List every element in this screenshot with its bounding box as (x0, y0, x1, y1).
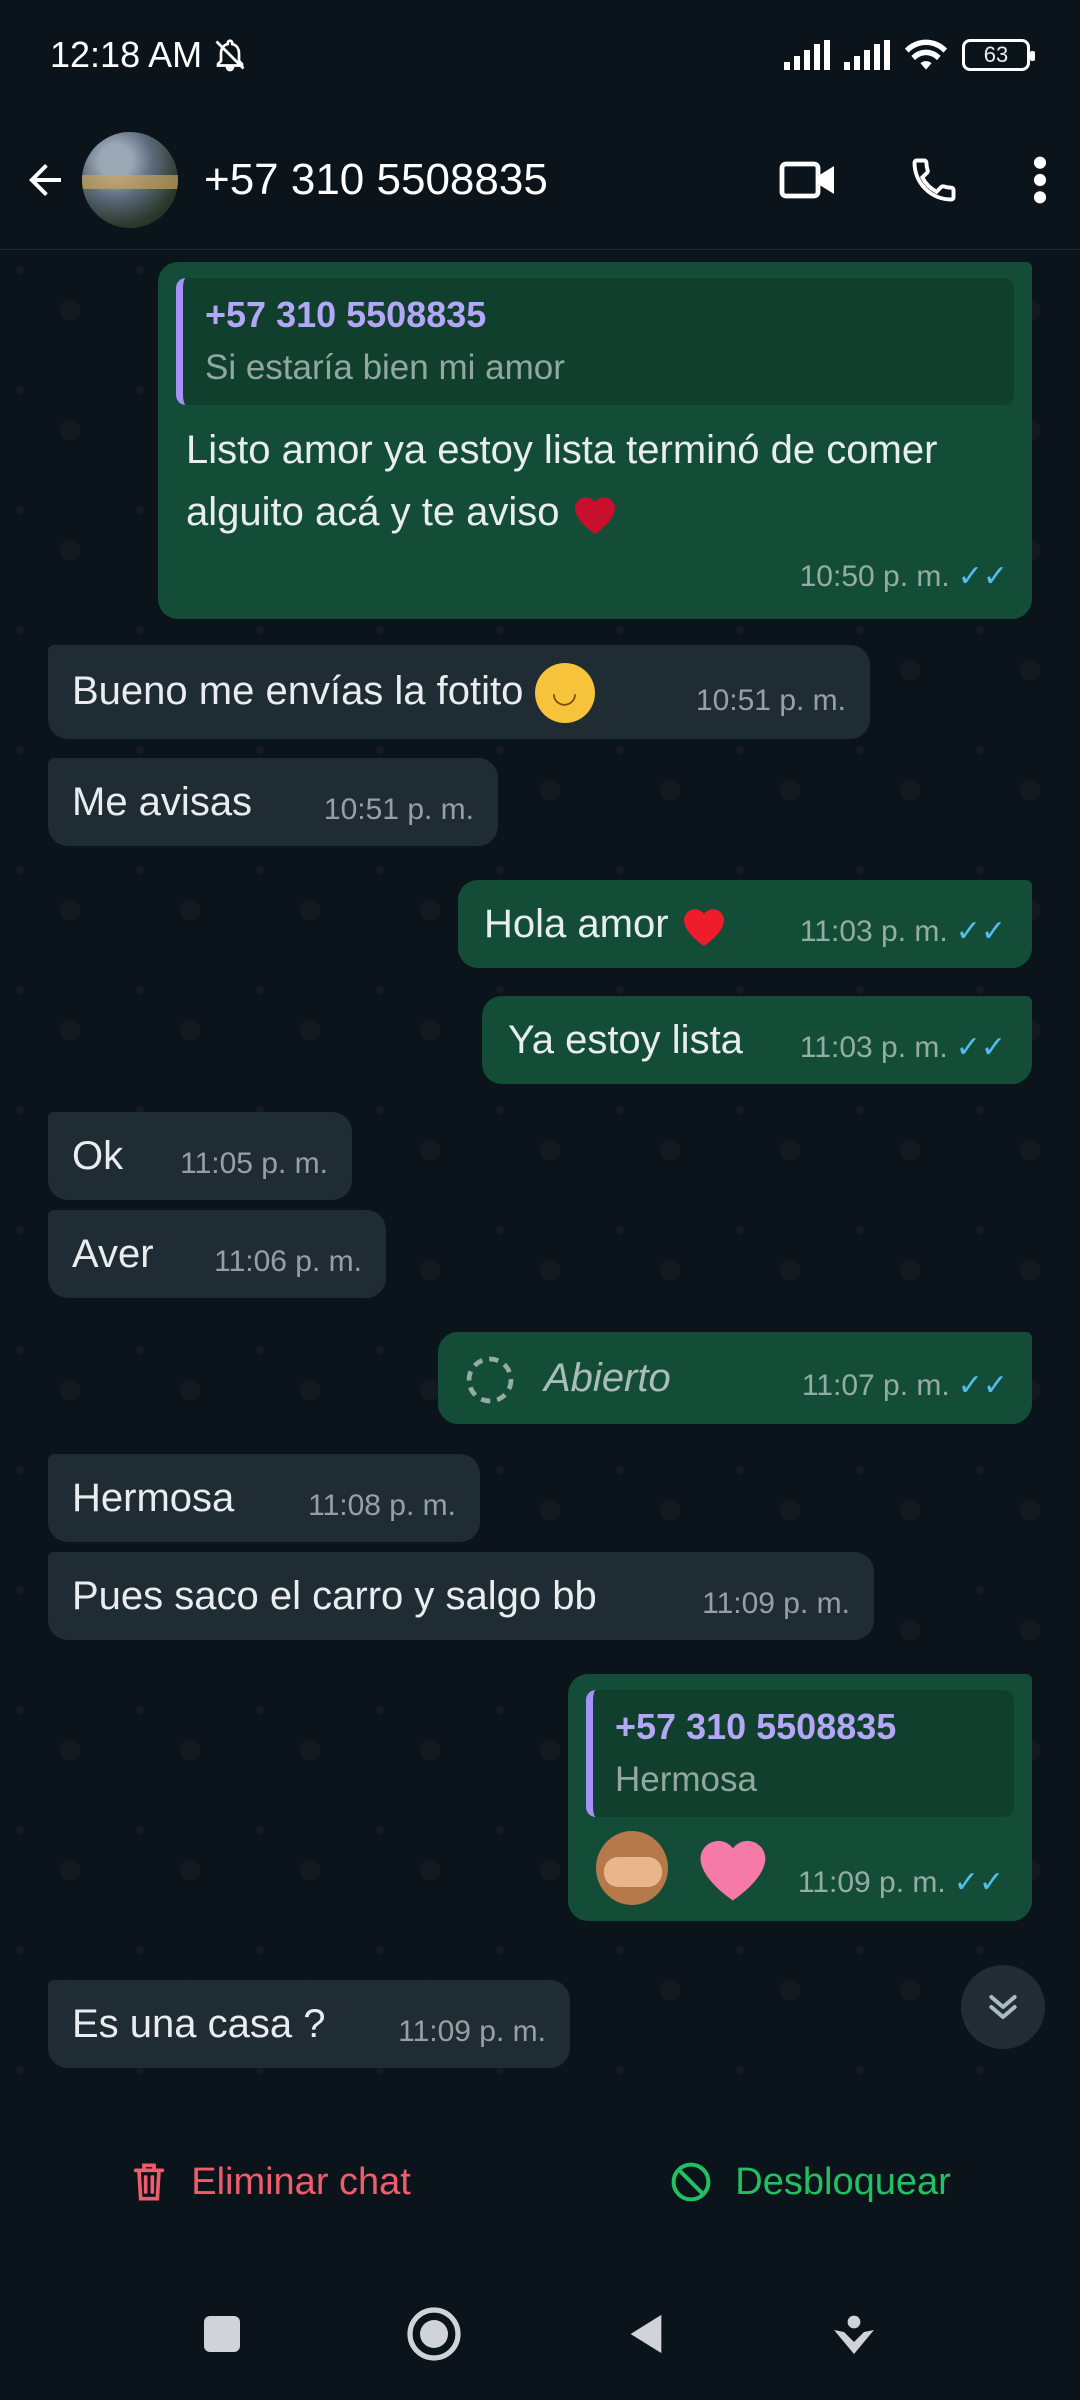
message-out[interactable]: +57 310 5508835 Si estaría bien mi amor … (158, 262, 1032, 619)
back-nav-button[interactable] (626, 2311, 666, 2362)
arrow-left-icon (29, 163, 61, 196)
square-icon (204, 2315, 240, 2352)
message-text: Abierto (544, 1356, 671, 1400)
heart-emoji-icon (574, 497, 615, 534)
message-time: 10:50 p. m. ✓✓ (800, 554, 1008, 599)
message-text: Listo amor ya estoy lista terminó de com… (186, 427, 938, 534)
battery-level: 63 (983, 42, 1009, 67)
message-text: Bueno me envías la fotito ◡ (72, 661, 595, 724)
quote-author: +57 310 5508835 (615, 1706, 897, 1747)
block-icon (671, 2162, 711, 2202)
message-time: 11:09 p. m. (398, 2015, 546, 2048)
message-text: Aver (72, 1232, 154, 1276)
quote-text: Si estaría bien mi amor (205, 348, 565, 387)
message-in[interactable]: Aver 11:06 p. m. (48, 1210, 386, 1298)
message-text: Ya estoy lista (508, 1018, 743, 1062)
message-time: 11:05 p. m. (180, 1147, 328, 1180)
voice-call-button[interactable] (908, 154, 960, 206)
see-no-evil-monkey-emoji-icon (596, 1830, 668, 1905)
bell-off-icon (215, 39, 245, 72)
quote-author: +57 310 5508835 (205, 294, 487, 335)
message-time: 11:09 p. m. ✓✓ (798, 1860, 1004, 1905)
view-once-opened-icon (466, 1356, 514, 1404)
message-out[interactable]: Ya estoy lista 11:03 p. m. ✓✓ (482, 996, 1032, 1084)
unblock-label: Desbloquear (735, 2160, 951, 2203)
double-chevron-down-icon (989, 1995, 1017, 2019)
assistant-button[interactable] (830, 2310, 878, 2363)
red-heart-emoji-icon (683, 909, 724, 947)
message-time: 11:08 p. m. (308, 1489, 456, 1522)
message-out-view-once[interactable]: Abierto 11:07 p. m. ✓✓ (438, 1332, 1032, 1424)
read-ticks-icon: ✓✓ (953, 1865, 1004, 1899)
home-button[interactable] (406, 2306, 462, 2367)
signal-icon (784, 40, 830, 70)
message-text: Me avisas (72, 780, 253, 824)
system-navigation-bar (0, 2272, 1080, 2400)
blocked-contact-actions: Eliminar chat Desbloquear (0, 2092, 1080, 2272)
triangle-back-icon (630, 2314, 662, 2353)
more-vertical-icon (1033, 156, 1047, 203)
phone-icon (912, 158, 956, 201)
more-options-button[interactable] (1030, 154, 1050, 206)
quoted-message[interactable]: +57 310 5508835 Si estaría bien mi amor (176, 278, 1014, 405)
status-bar: 12:18 AM 63 (0, 0, 1080, 110)
message-in[interactable]: Ok 11:05 p. m. (48, 1112, 352, 1200)
wifi-icon (904, 39, 948, 70)
recents-button[interactable] (202, 2314, 242, 2359)
scroll-to-bottom-button[interactable] (961, 1965, 1045, 2049)
message-out[interactable]: +57 310 5508835 Hermosa 11:09 p. m. ✓✓ (568, 1674, 1032, 1921)
unblock-button[interactable]: Desbloquear (669, 2160, 951, 2204)
signal-icon-2 (844, 40, 890, 70)
message-in[interactable]: Me avisas 10:51 p. m. (48, 758, 498, 846)
smiling-face-emoji-icon: ◡ (534, 663, 595, 724)
assistant-icon (834, 2315, 874, 2354)
read-ticks-icon: ✓✓ (955, 915, 1006, 948)
battery-indicator: 63 (962, 39, 1035, 71)
message-text: Ok (72, 1134, 124, 1178)
avatar[interactable] (82, 131, 178, 228)
message-time: 10:51 p. m. (695, 684, 846, 718)
message-text: Pues saco el carro y salgo bb (72, 1574, 597, 1618)
message-in[interactable]: Pues saco el carro y salgo bb 11:09 p. m… (48, 1552, 874, 1640)
delete-chat-label: Eliminar chat (191, 2160, 411, 2203)
message-time: 11:03 p. m. ✓✓ (800, 909, 1006, 954)
message-in[interactable]: Es una casa ? 11:09 p. m. (48, 1980, 570, 2068)
video-call-button[interactable] (778, 156, 838, 204)
read-ticks-icon: ✓✓ (955, 1031, 1006, 1064)
contact-name[interactable]: +57 310 5508835 (204, 155, 548, 205)
back-button[interactable] (20, 150, 70, 210)
message-text: Hola amor (484, 894, 728, 954)
circle-home-icon (407, 2306, 461, 2361)
message-text: Hermosa (72, 1476, 235, 1520)
video-camera-icon (779, 161, 834, 198)
message-in[interactable]: Bueno me envías la fotito ◡ 10:51 p. m. (48, 645, 870, 740)
status-time: 12:18 AM (50, 34, 248, 76)
quoted-message[interactable]: +57 310 5508835 Hermosa (586, 1690, 1014, 1817)
clock-text: 12:18 AM (50, 34, 203, 75)
message-out[interactable]: Hola amor 11:03 p. m. ✓✓ (458, 880, 1032, 968)
read-ticks-icon: ✓✓ (957, 1369, 1008, 1402)
trash-icon (134, 2163, 165, 2201)
message-time: 11:09 p. m. (702, 1587, 850, 1620)
message-time: 11:03 p. m. ✓✓ (800, 1025, 1006, 1070)
delete-chat-button[interactable]: Eliminar chat (129, 2160, 411, 2204)
chat-messages-area[interactable]: +57 310 5508835 Si estaría bien mi amor … (0, 250, 1080, 2092)
message-time: 11:06 p. m. (214, 1245, 362, 1278)
message-time: 10:51 p. m. (323, 793, 474, 826)
read-ticks-icon: ✓✓ (957, 559, 1008, 593)
message-time: 11:07 p. m. ✓✓ (802, 1363, 1008, 1408)
chat-header: +57 310 5508835 (0, 110, 1080, 250)
pink-heart-emoji-icon (700, 1840, 766, 1900)
quote-text: Hermosa (615, 1760, 757, 1799)
message-text: Es una casa ? (72, 2002, 326, 2046)
message-in[interactable]: Hermosa 11:08 p. m. (48, 1454, 480, 1542)
